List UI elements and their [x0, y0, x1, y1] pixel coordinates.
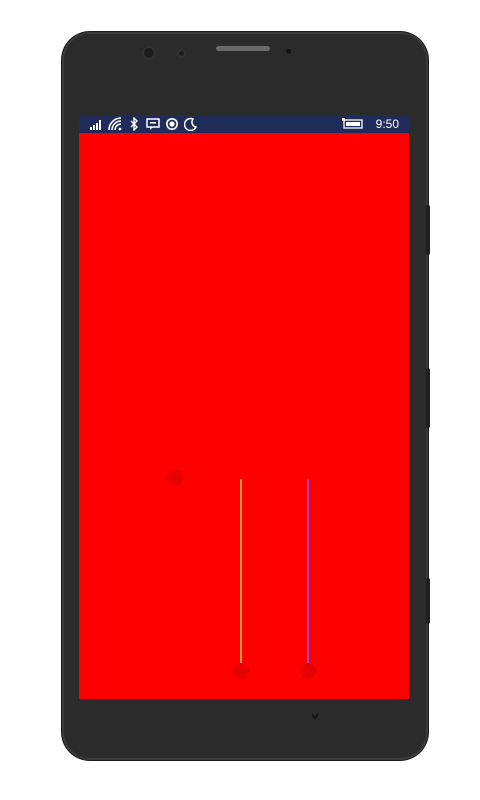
bluetooth-icon	[130, 117, 138, 131]
slider-track-gold[interactable]	[240, 479, 242, 663]
light-sensor-icon	[286, 49, 291, 54]
front-camera-icon	[142, 46, 156, 60]
screen: 9:50	[79, 115, 409, 699]
volume-button	[426, 205, 430, 255]
earpiece-speaker	[216, 46, 270, 51]
status-bar: 9:50	[79, 115, 409, 133]
status-bar-right: 9:50	[341, 116, 399, 132]
power-button	[426, 368, 430, 428]
quiet-hours-icon	[184, 117, 198, 131]
battery-icon	[341, 118, 363, 129]
app-canvas[interactable]	[79, 133, 409, 699]
status-bar-icons	[89, 117, 198, 131]
proximity-sensor-icon	[177, 49, 186, 58]
chevron-down-icon	[311, 713, 319, 720]
signal-bars-icon	[90, 120, 101, 130]
wifi-icon	[108, 117, 122, 131]
location-icon	[166, 118, 178, 130]
camera-button	[426, 578, 430, 624]
touch-point[interactable]	[167, 470, 183, 486]
slider-thumb-gold[interactable]	[233, 663, 249, 679]
status-time: 9:50	[375, 117, 399, 131]
slider-thumb-purple[interactable]	[300, 663, 316, 679]
message-icon	[146, 118, 160, 130]
slider-track-purple[interactable]	[307, 479, 309, 663]
